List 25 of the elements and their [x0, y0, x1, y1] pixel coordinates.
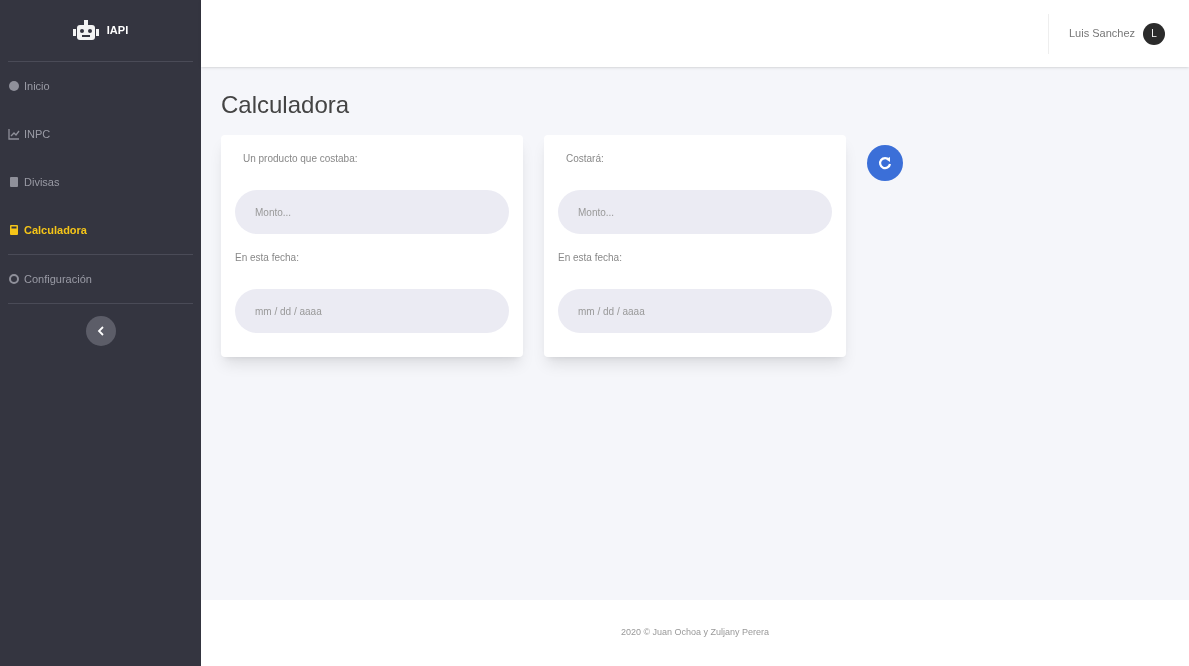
robot-icon	[72, 18, 99, 43]
amount-field[interactable]: Monto...	[558, 190, 832, 234]
calculator-icon	[8, 224, 20, 236]
chevron-left-icon	[96, 326, 105, 336]
sidebar-item[interactable]: INPC	[8, 110, 193, 158]
card-label: Un producto que costaba:	[243, 152, 359, 166]
page-title: Calculadora	[221, 90, 351, 120]
brand-name: IAPI	[106, 23, 129, 39]
collapse-button[interactable]	[85, 316, 116, 346]
user-avatar[interactable]: L	[1143, 22, 1165, 45]
card-label: Costará:	[566, 152, 605, 166]
sidebar-item[interactable]: Calculadora	[8, 206, 193, 254]
date-field[interactable]: mm / dd / aaaa	[558, 289, 832, 333]
amount-field[interactable]: Monto...	[235, 190, 509, 234]
date-label: En esta fecha:	[235, 251, 300, 265]
sidebar-item[interactable]: Inicio	[8, 62, 193, 110]
date-label: En esta fecha:	[558, 251, 623, 265]
refresh-button[interactable]	[867, 145, 903, 181]
user-name[interactable]: Luis Sanchez	[1068, 25, 1135, 42]
chart-icon	[8, 128, 20, 140]
refresh-icon	[878, 156, 892, 170]
footer-text: 2020 © Juan Ochoa y Zuljany Perera	[620, 626, 770, 640]
date-field[interactable]: mm / dd / aaaa	[235, 289, 509, 333]
sidebar-item[interactable]: Configuración	[8, 255, 193, 303]
sidebar-item[interactable]: Divisas	[8, 158, 193, 206]
